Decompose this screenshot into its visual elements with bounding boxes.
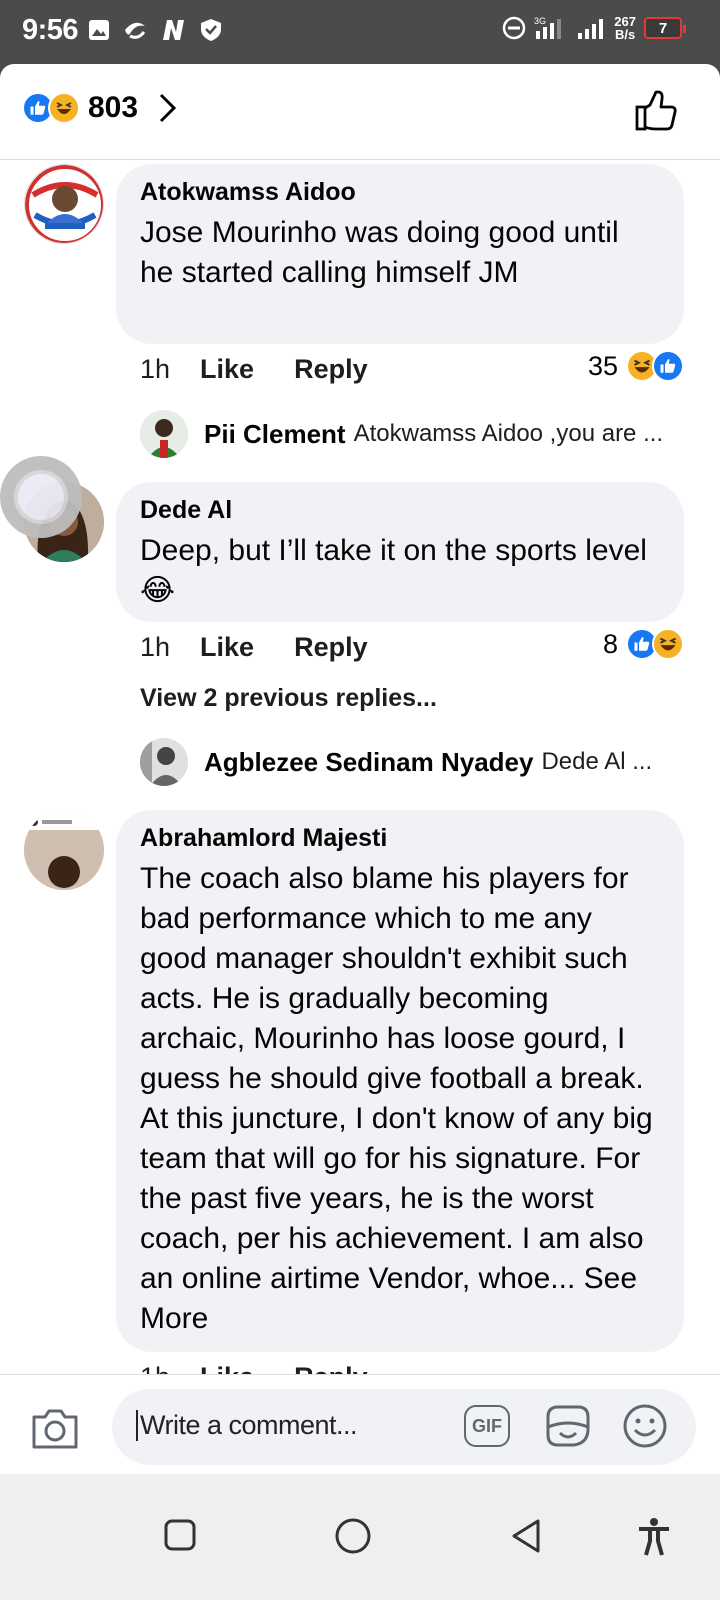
reply-preview[interactable]: Agblezee Sedinam Nyadey Dede Al ... bbox=[140, 738, 690, 786]
svg-text:3G: 3G bbox=[534, 16, 546, 26]
avatar[interactable] bbox=[24, 810, 104, 890]
reply-button[interactable]: Reply bbox=[294, 354, 368, 385]
comment-author[interactable]: Dede Al bbox=[140, 496, 660, 525]
reply-author: Pii Clement bbox=[204, 418, 346, 449]
comment-text: Jose Mourinho was doing good until he st… bbox=[140, 216, 619, 289]
reaction-count: 803 bbox=[88, 91, 139, 124]
comment-reaction-count: 8 bbox=[602, 628, 618, 659]
comment-time: 1h bbox=[140, 1362, 170, 1374]
home-icon[interactable] bbox=[334, 1517, 372, 1555]
comment-bubble[interactable]: Abrahamlord Majesti The coach also blame… bbox=[116, 810, 684, 1352]
avatar[interactable] bbox=[24, 164, 104, 244]
comment-body: The coach also blame his players for bad… bbox=[140, 862, 653, 1295]
comments-sheet: 803 Atokwamss Aidoo Jose Mourinho was do… bbox=[0, 64, 720, 1504]
swirl-icon bbox=[125, 22, 146, 39]
comment-text: Deep, but I’ll take it on the sports lev… bbox=[140, 534, 647, 607]
comment-actions: 1h Like Reply bbox=[140, 354, 408, 385]
signal-icon: 3G bbox=[534, 16, 562, 39]
network-speed: 267 B/s bbox=[614, 15, 636, 41]
shield-icon bbox=[201, 19, 221, 41]
comment-composer: Write a comment... GIF bbox=[0, 1374, 720, 1474]
comment-actions: 1h Like Reply bbox=[140, 1362, 408, 1374]
view-previous-replies-link[interactable]: View 2 previous replies... bbox=[140, 684, 437, 713]
comment-bubble[interactable]: Atokwamss Aidoo Jose Mourinho was doing … bbox=[116, 164, 684, 344]
sticker-icon[interactable] bbox=[544, 1403, 592, 1449]
sheet-header: 803 bbox=[0, 64, 720, 160]
comment-time: 1h bbox=[140, 632, 171, 662]
floating-assistive-button[interactable] bbox=[0, 456, 82, 538]
like-reaction-icon bbox=[652, 350, 684, 382]
comment-input[interactable]: Write a comment... GIF bbox=[112, 1389, 696, 1465]
comment-reactions[interactable]: 8 bbox=[603, 628, 684, 660]
reply-text: Dede Al ... bbox=[541, 748, 653, 775]
gif-button[interactable]: GIF bbox=[464, 1405, 510, 1447]
do-not-disturb-icon bbox=[503, 16, 526, 40]
gallery-icon bbox=[89, 20, 109, 40]
comment-placeholder[interactable]: Write a comment... bbox=[136, 1410, 358, 1441]
haha-reaction-icon bbox=[652, 628, 684, 660]
netflix-n-icon bbox=[163, 20, 184, 40]
like-button[interactable]: Like bbox=[200, 632, 254, 663]
comment-text: The coach also blame his players for bad… bbox=[140, 859, 660, 1339]
accessibility-icon[interactable] bbox=[636, 1517, 672, 1557]
comment-reactions[interactable]: 35 bbox=[588, 350, 684, 382]
recents-icon[interactable] bbox=[162, 1517, 198, 1553]
system-nav-bar bbox=[0, 1474, 720, 1600]
reply-text: Atokwamss Aidoo ,you are ... bbox=[353, 420, 664, 447]
chevron-right-icon bbox=[160, 93, 177, 123]
like-button[interactable]: Like bbox=[200, 354, 254, 385]
comment-bubble[interactable]: Dede Al Deep, but I’ll take it on the sp… bbox=[116, 482, 684, 622]
reply-author: Agblezee Sedinam Nyadey bbox=[204, 746, 534, 777]
avatar bbox=[140, 738, 188, 786]
comment-actions: 1h Like Reply bbox=[140, 632, 408, 663]
reactions-summary[interactable]: 803 bbox=[22, 91, 177, 125]
haha-reaction-icon bbox=[48, 92, 80, 124]
reply-button[interactable]: Reply bbox=[294, 632, 368, 663]
comment-time: 1h bbox=[140, 354, 171, 384]
battery-indicator: 7 bbox=[644, 17, 686, 39]
comment-thread: Atokwamss Aidoo Jose Mourinho was doing … bbox=[0, 160, 720, 1374]
like-button[interactable]: Like bbox=[200, 1362, 254, 1374]
reply-preview[interactable]: Pii Clement Atokwamss Aidoo ,you are ... bbox=[140, 410, 690, 458]
comment-author[interactable]: Atokwamss Aidoo bbox=[140, 178, 660, 207]
signal-icon bbox=[578, 19, 604, 39]
emoji-icon[interactable] bbox=[622, 1403, 668, 1449]
camera-icon[interactable] bbox=[30, 1407, 80, 1451]
notification-icons bbox=[88, 18, 222, 42]
reply-button[interactable]: Reply bbox=[294, 1362, 368, 1374]
status-right: 3G 267 B/s 7 bbox=[502, 15, 686, 41]
status-time: 9:56 bbox=[22, 14, 79, 46]
back-icon[interactable] bbox=[508, 1517, 544, 1555]
thumbs-up-icon[interactable] bbox=[634, 89, 678, 133]
speed-unit: B/s bbox=[615, 27, 636, 42]
avatar bbox=[140, 410, 188, 458]
status-bar: 9:56 3G 267 B/s 7 bbox=[0, 0, 720, 64]
comment-author[interactable]: Abrahamlord Majesti bbox=[140, 824, 660, 853]
comment-reaction-count: 35 bbox=[587, 350, 618, 381]
